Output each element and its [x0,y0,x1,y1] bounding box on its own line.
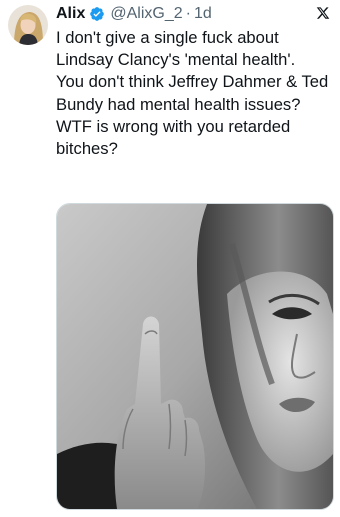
verified-badge-icon [89,6,105,22]
separator-dot: · [185,5,191,22]
x-logo-icon [316,6,330,20]
author-name[interactable]: Alix [56,5,85,23]
avatar[interactable] [8,5,48,45]
timestamp[interactable]: 1d [194,5,212,23]
tweet-text: I don't give a single fuck about Lindsay… [56,27,336,160]
tweet-photo[interactable] [56,203,334,510]
tweet-text-line: I don't give a single fuck about Lindsay… [56,28,296,70]
tweet-text-line: WTF is wrong with you retarded bitches? [56,116,291,159]
tweet-header: Alix @AlixG_2 · 1d [56,3,330,25]
tweet[interactable]: Alix @AlixG_2 · 1d I don't give a single… [0,0,340,517]
tweet-text-line: You don't think Jeffrey Dahmer & Ted Bun… [56,72,329,114]
author-handle[interactable]: @AlixG_2 [110,5,182,23]
